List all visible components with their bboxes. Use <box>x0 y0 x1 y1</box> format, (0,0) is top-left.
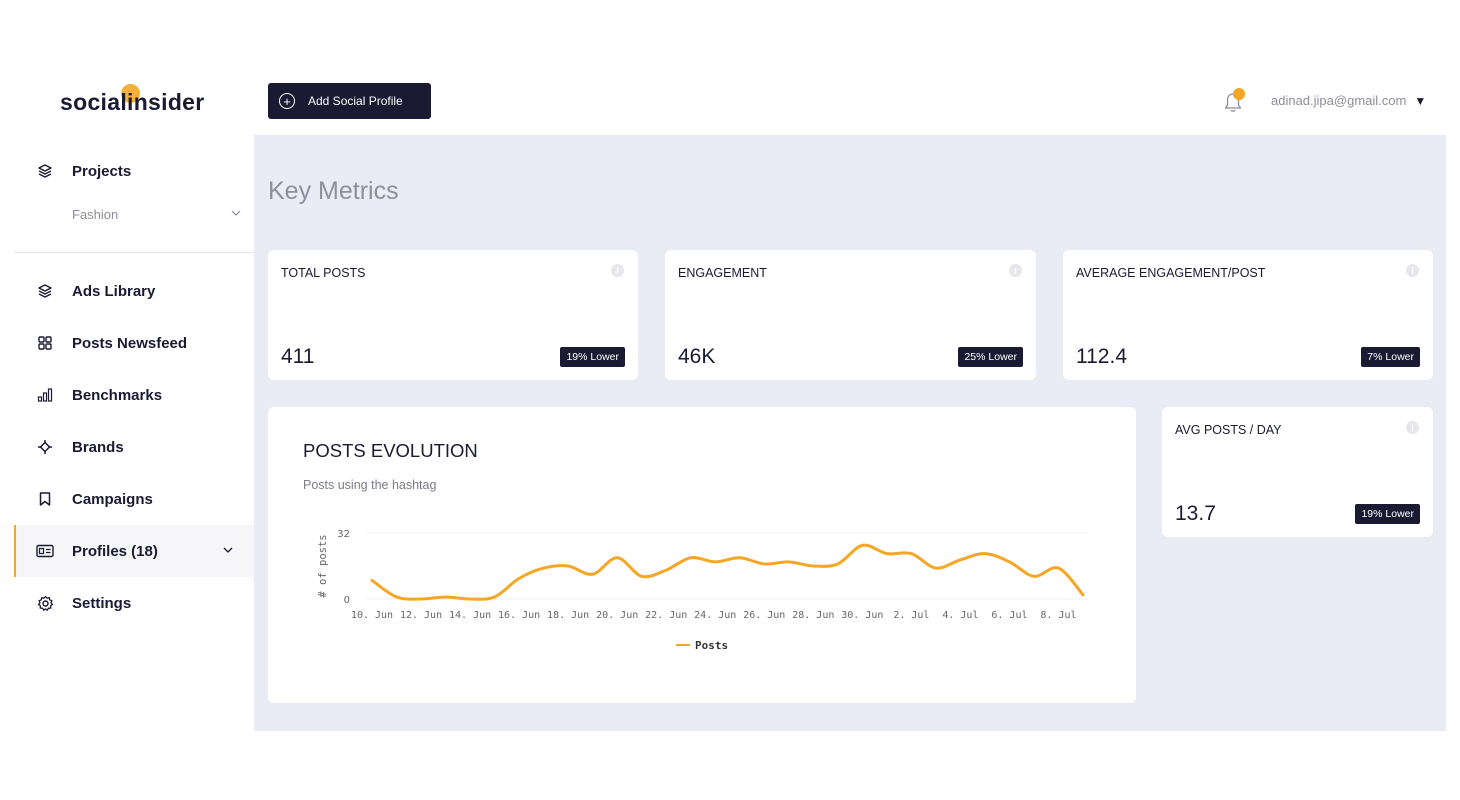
x-tick-label: 14. Jun <box>449 610 491 621</box>
posts-evolution-card: POSTS EVOLUTION Posts using the hashtag … <box>268 407 1136 703</box>
gear-icon <box>36 594 54 612</box>
metric-card-total-posts: TOTAL POSTS i 411 19% Lower <box>268 250 638 380</box>
main-content: Key Metrics TOTAL POSTS i 411 19% Lower … <box>254 135 1446 731</box>
sidebar-item-brands[interactable]: Brands <box>14 421 254 473</box>
logo[interactable]: socialinsider <box>60 84 205 116</box>
caret-down-icon: ▼ <box>1414 94 1427 108</box>
divider <box>14 252 254 253</box>
metric-value: 411 <box>281 345 315 368</box>
metric-value: 46K <box>678 345 716 368</box>
chevron-down-icon <box>230 207 242 222</box>
info-icon[interactable]: i <box>1406 264 1419 277</box>
logo-text: socialinsider <box>60 89 205 115</box>
x-tick-label: 26. Jun <box>743 610 785 621</box>
bell-icon <box>1222 93 1244 118</box>
sidebar-item-campaigns[interactable]: Campaigns <box>14 473 254 525</box>
sidebar-item-benchmarks[interactable]: Benchmarks <box>14 369 254 421</box>
metric-title: TOTAL POSTS <box>281 266 366 280</box>
series-line-posts <box>370 543 1085 601</box>
metric-card-avg-engagement-per-post: AVERAGE ENGAGEMENT/POST i 112.4 7% Lower <box>1063 250 1433 380</box>
info-icon[interactable]: i <box>1009 264 1022 277</box>
y-tick-label: 32 <box>337 529 350 540</box>
metric-value: 13.7 <box>1175 502 1216 525</box>
x-tick-label: 16. Jun <box>498 610 540 621</box>
info-icon[interactable]: i <box>1406 421 1419 434</box>
notifications-button[interactable] <box>1222 88 1245 114</box>
project-select[interactable]: Fashion <box>72 207 242 222</box>
metric-title: ENGAGEMENT <box>678 266 767 280</box>
sidebar-item-label: Posts Newsfeed <box>72 334 188 352</box>
user-email: adinad.jipa@gmail.com <box>1271 93 1407 108</box>
x-tick-label: 30. Jun <box>841 610 883 621</box>
project-select-value: Fashion <box>72 207 119 222</box>
bookmark-icon <box>36 490 54 508</box>
sidebar: socialinsider Projects Fashion Ads Libra… <box>14 69 254 731</box>
x-tick-label: 22. Jun <box>645 610 687 621</box>
x-tick-label: 12. Jun <box>400 610 442 621</box>
x-tick-label: 24. Jun <box>694 610 736 621</box>
metric-change-badge: 25% Lower <box>958 347 1023 367</box>
x-tick-label: 8. Jul <box>1040 610 1076 621</box>
bar-chart-icon <box>36 386 54 404</box>
sidebar-item-label: Settings <box>72 594 132 612</box>
sidebar-item-label: Projects <box>72 162 132 180</box>
y-axis-label: # of posts <box>317 534 329 597</box>
sidebar-item-label: Benchmarks <box>72 386 163 404</box>
info-icon[interactable]: i <box>611 264 624 277</box>
app-window: socialinsider Projects Fashion Ads Libra… <box>14 69 1446 731</box>
metric-card-avg-posts-per-day: AVG POSTS / DAY i 13.7 19% Lower <box>1162 407 1433 537</box>
sidebar-item-label: Brands <box>72 438 124 456</box>
layers-icon <box>36 162 54 180</box>
sidebar-item-ads-library[interactable]: Ads Library <box>14 265 254 317</box>
x-tick-label: 10. Jun <box>351 610 393 621</box>
plus-circle-icon: + <box>279 93 295 109</box>
page-title: Key Metrics <box>268 177 399 205</box>
sidebar-item-profiles[interactable]: Profiles (18) <box>14 525 254 577</box>
posts-evolution-chart: 0 32 # of posts 10. Jun 12. Jun 14. Jun 16. Ju… <box>317 529 1089 652</box>
x-tick-label: 28. Jun <box>792 610 834 621</box>
sidebar-item-label: Profiles (18) <box>72 542 158 560</box>
add-social-profile-button[interactable]: + Add Social Profile <box>268 83 431 119</box>
legend-label: Posts <box>695 639 728 652</box>
metric-card-engagement: ENGAGEMENT i 46K 25% Lower <box>665 250 1036 380</box>
x-tick-label: 6. Jul <box>991 610 1027 621</box>
sidebar-item-label: Campaigns <box>72 490 153 508</box>
notification-badge <box>1233 88 1245 100</box>
chevron-down-icon <box>222 544 234 559</box>
layers-icon <box>36 282 54 300</box>
add-social-profile-label: Add Social Profile <box>308 94 403 108</box>
sidebar-item-projects[interactable]: Projects <box>14 145 254 197</box>
profile-card-icon <box>36 542 54 560</box>
metric-title: AVERAGE ENGAGEMENT/POST <box>1076 266 1266 280</box>
sidebar-item-label: Ads Library <box>72 282 156 300</box>
metric-change-badge: 7% Lower <box>1361 347 1420 367</box>
x-tick-label: 20. Jun <box>596 610 638 621</box>
x-tick-label: 18. Jun <box>547 610 589 621</box>
sidebar-item-posts-newsfeed[interactable]: Posts Newsfeed <box>14 317 254 369</box>
grid-icon <box>36 334 54 352</box>
metric-value: 112.4 <box>1076 345 1127 368</box>
top-bar: + Add Social Profile adinad.jipa@gmail.c… <box>254 69 1446 135</box>
metric-change-badge: 19% Lower <box>560 347 625 367</box>
metric-title: AVG POSTS / DAY <box>1175 423 1282 437</box>
x-tick-label: 4. Jul <box>942 610 978 621</box>
y-tick-label: 0 <box>344 595 350 606</box>
crosshair-icon <box>36 438 54 456</box>
x-tick-label: 2. Jul <box>893 610 929 621</box>
user-menu[interactable]: adinad.jipa@gmail.com ▼ <box>1271 93 1426 108</box>
sidebar-item-settings[interactable]: Settings <box>14 577 254 629</box>
metric-change-badge: 19% Lower <box>1355 504 1420 524</box>
